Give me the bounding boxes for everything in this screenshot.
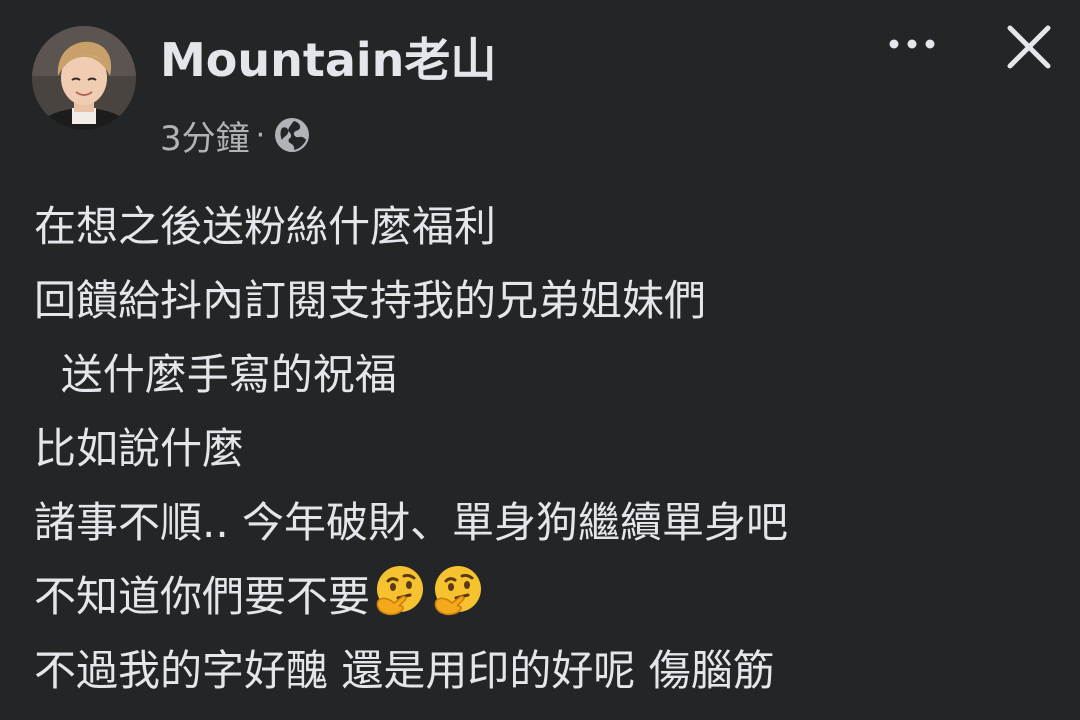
post-card: Mountain老山 3分鐘 · 在想之後送粉絲什麼福利 回饋給抖內訂閱支持我的… <box>0 0 1080 720</box>
post-body: 在想之後送粉絲什麼福利 回饋給抖內訂閱支持我的兄弟姐妹們 送什麼手寫的祝福 比如… <box>34 190 1064 708</box>
more-dots-icon <box>889 39 935 49</box>
post-line-6: 不知道你們要不要 <box>34 572 371 621</box>
post-timestamp[interactable]: 3分鐘 <box>160 111 250 160</box>
author-name[interactable]: Mountain老山 <box>160 30 496 90</box>
close-icon <box>1007 25 1051 69</box>
more-options-button[interactable] <box>880 24 944 64</box>
post-line-4: 比如說什麼 <box>34 424 245 473</box>
post-line-7: 不過我的字好醜 還是用印的好呢 傷腦筋 <box>34 646 775 695</box>
post-line-5: 諸事不順.. 今年破財、單身狗繼續單身吧 <box>34 498 789 547</box>
post-line-2: 回饋給抖內訂閱支持我的兄弟姐妹們 <box>34 276 707 325</box>
avatar-image <box>32 26 136 130</box>
avatar[interactable] <box>32 26 136 130</box>
post-line-6-row: 不知道你們要不要 <box>34 560 1064 634</box>
thinking-face-emoji-icon <box>430 563 486 619</box>
globe-icon[interactable] <box>273 116 311 154</box>
thinking-face-emoji-icon <box>372 563 428 619</box>
post-line-3: 送什麼手寫的祝福 <box>34 350 397 399</box>
close-button[interactable] <box>998 16 1060 78</box>
post-meta: 3分鐘 · <box>160 111 311 160</box>
meta-separator: · <box>255 117 266 153</box>
post-line-1: 在想之後送粉絲什麼福利 <box>34 202 497 251</box>
